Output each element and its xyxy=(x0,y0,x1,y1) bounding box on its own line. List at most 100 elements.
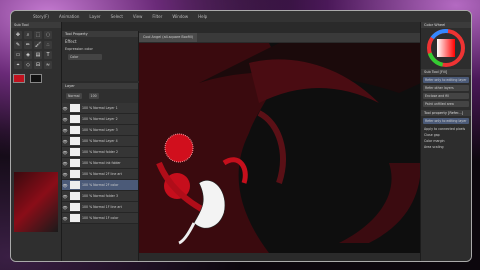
menu-item[interactable]: Story(F) xyxy=(33,14,49,19)
layer-name: 100 % Normal folder 2 xyxy=(82,150,118,154)
lasso-icon[interactable]: ◌ xyxy=(44,31,52,39)
fill-icon[interactable]: ◈ xyxy=(24,51,32,59)
layer-row[interactable]: 👁 100 % Normal 2F color xyxy=(62,180,138,191)
brush-icon[interactable]: 🖌 xyxy=(34,41,42,49)
blend-mode-select[interactable]: Normal xyxy=(66,93,82,99)
tool-property-panel: Tool Property Effect Expression color Co… xyxy=(62,31,139,81)
visibility-icon[interactable]: 👁 xyxy=(62,106,68,111)
layer-panel: Layer Normal 100 👁 100 % Normal Layer 1 👁 1… xyxy=(62,83,139,261)
layer-name: 100 % Normal Layer 4 xyxy=(82,139,118,143)
eraser-icon[interactable]: ▭ xyxy=(14,51,22,59)
subtool-fill-title: Sub Tool [Fill] xyxy=(421,69,471,75)
menu-item[interactable]: View xyxy=(133,14,143,19)
tool-property-fill-title: Tool property [Refer...] xyxy=(421,110,471,116)
visibility-icon[interactable]: 👁 xyxy=(62,139,68,144)
layer-thumbnail xyxy=(70,170,80,178)
fill-option-checkbox[interactable]: Area scaling xyxy=(421,144,471,150)
fill-subtool-item[interactable]: Refer only to editing layer xyxy=(423,77,469,83)
tool-panel: Sub Tool ✥ ⌕ ⬚ ◌ ✎ ✏ 🖌 ∴ ▭ ◈ ▤ T ⌖ ◇ ⊟ ≈ xyxy=(11,22,62,261)
expression-color-select[interactable]: Color xyxy=(68,54,102,60)
visibility-icon[interactable]: 👁 xyxy=(62,128,68,133)
layer-thumbnail xyxy=(70,115,80,123)
layer-row[interactable]: 👁 100 % Normal 2F line art xyxy=(62,169,138,180)
visibility-icon[interactable]: 👁 xyxy=(62,205,68,210)
fill-subtool-item[interactable]: Refer other layers xyxy=(423,85,469,91)
layer-row[interactable]: 👁 100 % Normal Layer 3 xyxy=(62,125,138,136)
layer-list: 👁 100 % Normal Layer 1 👁 100 % Normal Layer… xyxy=(62,103,138,224)
right-panel: Color Wheel Sub Tool [Fill] Refer only t… xyxy=(420,22,471,261)
visibility-icon[interactable]: 👁 xyxy=(62,183,68,188)
zoom-icon[interactable]: ⌕ xyxy=(24,31,32,39)
effect-label: Effect xyxy=(65,39,77,44)
layer-row[interactable]: 👁 100 % Normal folder 2 xyxy=(62,147,138,158)
layer-thumbnail xyxy=(70,181,80,189)
visibility-icon[interactable]: 👁 xyxy=(62,161,68,166)
fill-options: Apply to connected pixels Close gap Color … xyxy=(421,126,471,150)
visibility-icon[interactable]: 👁 xyxy=(62,194,68,199)
layer-name: 100 % Normal folder 3 xyxy=(82,194,118,198)
layer-row[interactable]: 👁 100 % Normal ink folder xyxy=(62,158,138,169)
blend-icon[interactable]: ≈ xyxy=(44,61,52,69)
gradient-icon[interactable]: ▤ xyxy=(34,51,42,59)
menu-item[interactable]: Select xyxy=(111,14,123,19)
move-icon[interactable]: ✥ xyxy=(14,31,22,39)
layer-row[interactable]: 👁 100 % Normal 1F line art xyxy=(62,202,138,213)
layer-name: 100 % Normal 2F color xyxy=(82,183,119,187)
menu-item[interactable]: Layer xyxy=(89,14,100,19)
airbrush-icon[interactable]: ∴ xyxy=(44,41,52,49)
select-icon[interactable]: ⬚ xyxy=(34,31,42,39)
menu-bar: Story(F) Animation Layer Select View Filter Wi… xyxy=(11,11,471,22)
layer-blend-row: Normal 100 xyxy=(62,89,138,103)
layer-thumbnail xyxy=(70,137,80,145)
color-swatches xyxy=(11,72,61,86)
layer-thumbnail xyxy=(70,126,80,134)
artwork xyxy=(139,43,421,253)
layer-name: 100 % Normal Layer 3 xyxy=(82,128,118,132)
layer-row[interactable]: 👁 100 % Normal 1F color xyxy=(62,213,138,224)
layer-row[interactable]: 👁 100 % Normal folder 3 xyxy=(62,191,138,202)
fill-subtool-item[interactable]: Enclose and fill xyxy=(423,93,469,99)
layer-name: 100 % Normal Layer 1 xyxy=(82,106,118,110)
text-icon[interactable]: T xyxy=(44,51,52,59)
layer-name: 100 % Normal Layer 2 xyxy=(82,117,118,121)
layer-thumbnail xyxy=(70,159,80,167)
refer-editing-layer-option[interactable]: Refer only to editing layer xyxy=(423,118,469,124)
menu-item[interactable]: Window xyxy=(172,14,188,19)
visibility-icon[interactable]: 👁 xyxy=(62,216,68,221)
layer-name: 100 % Normal 1F color xyxy=(82,216,119,220)
canvas-tab-bar: Cool Angel (all-square Boxfill) xyxy=(139,33,421,42)
expression-color-label: Expression color xyxy=(65,47,93,51)
eyedropper-icon[interactable]: ⌖ xyxy=(14,61,22,69)
layer-thumbnail xyxy=(70,192,80,200)
drawing-canvas[interactable] xyxy=(139,43,421,253)
app-window: Story(F) Animation Layer Select View Filter Wi… xyxy=(10,10,472,262)
layer-thumbnail xyxy=(70,104,80,112)
shape-icon[interactable]: ◇ xyxy=(24,61,32,69)
tool-grid: ✥ ⌕ ⬚ ◌ ✎ ✏ 🖌 ∴ ▭ ◈ ▤ T ⌖ ◇ ⊟ ≈ xyxy=(11,28,61,72)
layer-row[interactable]: 👁 100 % Normal Layer 1 xyxy=(62,103,138,114)
navigator-preview xyxy=(14,172,58,232)
visibility-icon[interactable]: 👁 xyxy=(62,150,68,155)
fill-subtool-list: Refer only to editing layer Refer other l… xyxy=(421,77,471,107)
sub-color-swatch[interactable] xyxy=(30,74,43,83)
fill-subtool-item[interactable]: Paint unfilled area xyxy=(423,101,469,107)
color-wheel[interactable] xyxy=(421,28,471,68)
layer-row[interactable]: 👁 100 % Normal Layer 4 xyxy=(62,136,138,147)
ruler-icon[interactable]: ⊟ xyxy=(34,61,42,69)
menu-item[interactable]: Filter xyxy=(152,14,162,19)
layer-thumbnail xyxy=(70,203,80,211)
pen-icon[interactable]: ✎ xyxy=(14,41,22,49)
visibility-icon[interactable]: 👁 xyxy=(62,117,68,122)
layer-row[interactable]: 👁 100 % Normal Layer 2 xyxy=(62,114,138,125)
menu-item[interactable]: Animation xyxy=(59,14,79,19)
layer-name: 100 % Normal 1F line art xyxy=(82,205,122,209)
layer-thumbnail xyxy=(70,214,80,222)
layer-thumbnail xyxy=(70,148,80,156)
menu-item[interactable]: Help xyxy=(198,14,207,19)
visibility-icon[interactable]: 👁 xyxy=(62,172,68,177)
opacity-field[interactable]: 100 xyxy=(88,93,99,99)
main-color-swatch[interactable] xyxy=(13,74,25,83)
layer-name: 100 % Normal ink folder xyxy=(82,161,121,165)
pencil-icon[interactable]: ✏ xyxy=(24,41,32,49)
canvas-tab[interactable]: Cool Angel (all-square Boxfill) xyxy=(139,33,198,42)
